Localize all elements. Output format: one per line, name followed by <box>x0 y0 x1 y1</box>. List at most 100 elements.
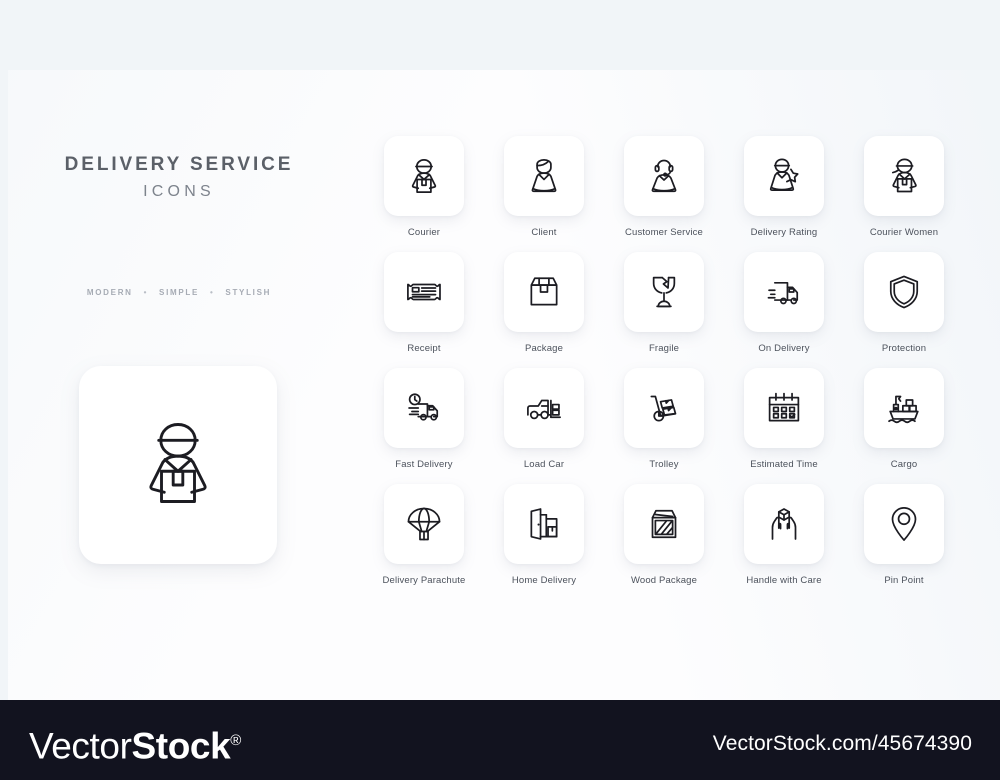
vectorstock-logo: VectorStock® <box>29 719 241 767</box>
page-subtitle: ICONS <box>143 183 215 200</box>
package-icon <box>521 269 567 315</box>
delivery-rating-icon <box>761 153 807 199</box>
grid-cell: Pin Point <box>844 484 964 600</box>
logo-thin-part: Vector <box>29 725 132 767</box>
registered-trademark-icon: ® <box>230 732 241 749</box>
shield-icon <box>881 269 927 315</box>
icon-label: Pin Point <box>884 575 924 586</box>
icon-label: On Delivery <box>758 343 810 354</box>
grid-cell: Customer Service <box>604 136 724 252</box>
icon-tile-wood-package[interactable] <box>624 484 704 564</box>
icon-tile-package[interactable] <box>504 252 584 332</box>
icon-tile-receipt[interactable] <box>384 252 464 332</box>
grid-cell: Wood Package <box>604 484 724 600</box>
icon-tile-home-delivery[interactable] <box>504 484 584 564</box>
icon-tile-client[interactable] <box>504 136 584 216</box>
home-delivery-door-icon <box>521 501 567 547</box>
grid-cell: Delivery Parachute <box>364 484 484 600</box>
grid-cell: Client <box>484 136 604 252</box>
grid-cell: Trolley <box>604 368 724 484</box>
grid-cell: Delivery Rating <box>724 136 844 252</box>
receipt-icon <box>401 269 447 315</box>
hero-icon-tile[interactable] <box>79 366 277 564</box>
handle-with-care-icon <box>761 501 807 547</box>
icon-label: Fragile <box>648 343 680 354</box>
grid-cell: Home Delivery <box>484 484 604 600</box>
trolley-icon <box>641 385 687 431</box>
icon-label: Client <box>531 227 557 238</box>
icon-label: Estimated Time <box>750 459 818 470</box>
icon-label: Delivery Rating <box>750 227 818 238</box>
icon-label: Cargo <box>890 459 918 470</box>
icon-label: Protection <box>881 343 927 354</box>
grid-cell: Handle with Care <box>724 484 844 600</box>
grid-cell: Fragile <box>604 252 724 368</box>
fragile-icon <box>641 269 687 315</box>
icon-tile-delivery-parachute[interactable] <box>384 484 464 564</box>
grid-cell: Load Car <box>484 368 604 484</box>
icon-tile-fragile[interactable] <box>624 252 704 332</box>
promo-block: DELIVERY SERVICE ICONS MODERN • SIMPLE •… <box>40 85 318 297</box>
grid-cell: Courier <box>364 136 484 252</box>
icon-tile-delivery-rating[interactable] <box>744 136 824 216</box>
logo-bold-part: Stock <box>131 725 231 767</box>
top-band <box>0 0 1000 70</box>
grid-cell: Protection <box>844 252 964 368</box>
icon-label: Home Delivery <box>511 575 577 586</box>
icon-tile-protection[interactable] <box>864 252 944 332</box>
icon-tile-cargo[interactable] <box>864 368 944 448</box>
customer-service-icon <box>641 153 687 199</box>
courier-icon <box>401 153 447 199</box>
icon-tile-fast-delivery[interactable] <box>384 368 464 448</box>
icon-label: Wood Package <box>630 575 698 586</box>
load-car-icon <box>521 385 567 431</box>
icon-label: Load Car <box>523 459 565 470</box>
icon-label: Customer Service <box>625 227 703 238</box>
icon-label: Delivery Parachute <box>382 575 466 586</box>
icon-label: Handle with Care <box>746 575 822 586</box>
icon-grid: Courier Client Customer Service Delivery… <box>364 136 964 600</box>
map-pin-icon <box>881 501 927 547</box>
grid-cell: Estimated Time <box>724 368 844 484</box>
footer-watermark-bar: VectorStock® VectorStock.com/45674390 <box>0 700 1000 780</box>
icon-tile-trolley[interactable] <box>624 368 704 448</box>
tagline-item-2: STYLISH <box>225 288 272 297</box>
client-icon <box>521 153 567 199</box>
poster-canvas: DELIVERY SERVICE ICONS MODERN • SIMPLE •… <box>0 0 1000 780</box>
icon-label: Fast Delivery <box>395 459 453 470</box>
tagline-separator-0: • <box>143 288 149 297</box>
tagline-item-1: SIMPLE <box>159 288 200 297</box>
left-edge-strip <box>0 70 8 700</box>
grid-cell: On Delivery <box>724 252 844 368</box>
cargo-ship-icon <box>881 385 927 431</box>
tagline-item-0: MODERN <box>86 288 133 297</box>
calendar-icon <box>761 385 807 431</box>
parachute-icon <box>401 501 447 547</box>
icon-label: Receipt <box>407 343 441 354</box>
icon-tile-on-delivery[interactable] <box>744 252 824 332</box>
wood-crate-icon <box>641 501 687 547</box>
grid-cell: Receipt <box>364 252 484 368</box>
courier-women-icon <box>881 153 927 199</box>
icon-label: Courier <box>407 227 441 238</box>
grid-cell: Package <box>484 252 604 368</box>
grid-cell: Courier Women <box>844 136 964 252</box>
icon-tile-pin-point[interactable] <box>864 484 944 564</box>
footer-url: VectorStock.com/45674390 <box>712 732 972 755</box>
icon-label: Trolley <box>649 459 679 470</box>
courier-icon <box>123 408 233 523</box>
icon-label: Courier Women <box>869 227 939 238</box>
icon-tile-customer-service[interactable] <box>624 136 704 216</box>
icon-tile-courier-women[interactable] <box>864 136 944 216</box>
grid-cell: Fast Delivery <box>364 368 484 484</box>
icon-tile-handle-with-care[interactable] <box>744 484 824 564</box>
icon-tile-load-car[interactable] <box>504 368 584 448</box>
icon-tile-estimated-time[interactable] <box>744 368 824 448</box>
on-delivery-truck-icon <box>761 269 807 315</box>
grid-cell: Cargo <box>844 368 964 484</box>
tagline: MODERN • SIMPLE • STYLISH <box>40 288 318 297</box>
fast-delivery-truck-icon <box>401 385 447 431</box>
icon-label: Package <box>524 343 564 354</box>
icon-tile-courier[interactable] <box>384 136 464 216</box>
tagline-separator-1: • <box>209 288 215 297</box>
